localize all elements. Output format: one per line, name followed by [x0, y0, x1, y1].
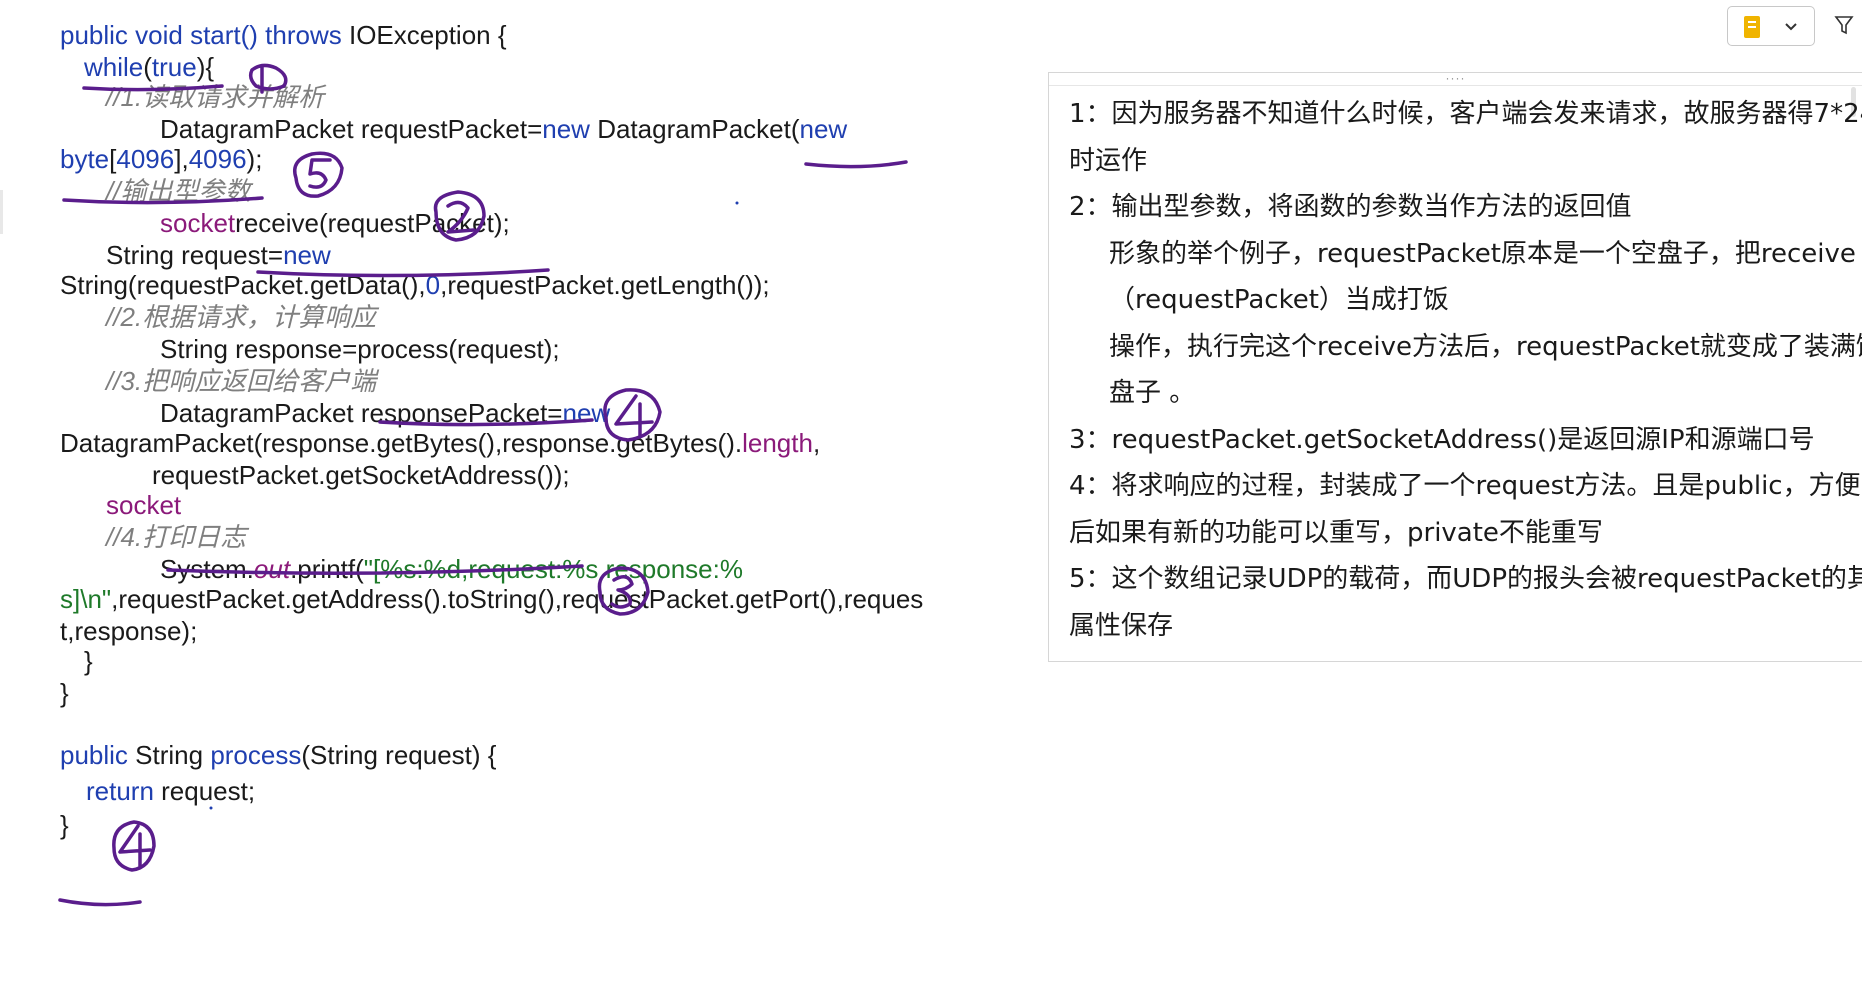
code-line-9: String(requestPacket.getData(),0,request… — [60, 270, 770, 300]
bookmark-dropdown-button[interactable] — [1727, 6, 1815, 46]
filter-icon[interactable] — [1834, 14, 1854, 36]
code-comment-3: //2.根据请求，计算响应 — [106, 302, 377, 332]
note-paragraph-4: 操作，执行完这个receive方法后，requestPacket就变成了装满饭的… — [1109, 331, 1862, 409]
code-line-15: requestPacket.getSocketAddress()); — [152, 460, 570, 490]
code-comment-1: //1.读取请求并解析 — [106, 82, 325, 112]
bookmark-icon — [1744, 16, 1760, 38]
code-line-1: public void start() throws IOException { — [60, 20, 507, 50]
note-paragraph-7: 5：这个数组记录UDP的载荷，而UDP的报头会被requestPacket的其他… — [1069, 564, 1862, 641]
code-line-13: DatagramPacket responsePacket=new — [160, 398, 611, 428]
code-line-21: } — [84, 646, 93, 676]
note-panel: ···· 1：因为服务器不知道什么时候，客户端会发来请求，故服务器得7*24小时… — [1048, 71, 1862, 662]
note-paragraph-3: 形象的举个例子，requestPacket原本是一个空盘子，把receive（r… — [1109, 238, 1856, 316]
code-line-16: socket — [106, 490, 182, 520]
code-comment-4: //3.把响应返回给客户端 — [106, 366, 377, 396]
code-line-11: String response=process(request); — [160, 334, 560, 364]
code-comment-2: //输出型参数 — [106, 176, 251, 206]
note-drag-handle[interactable]: ···· — [1049, 71, 1862, 86]
code-line-23: public String process(String request) { — [60, 740, 497, 770]
mark-5-shape — [293, 151, 344, 198]
code-line-20: t,response); — [60, 616, 198, 646]
chevron-down-icon — [1785, 23, 1797, 31]
code-line-8: String request=new — [106, 240, 331, 270]
code-line-25: } — [60, 810, 69, 840]
note-paragraph-5: 3：requestPacket.getSocketAddress()是返回源IP… — [1069, 424, 1815, 455]
note-paragraph-1: 1：因为服务器不知道什么时候，客户端会发来请求，故服务器得7*24小时运作 — [1069, 99, 1862, 176]
left-edge-marker — [0, 190, 3, 234]
underline-public — [58, 898, 142, 907]
note-paragraph-6: 4：将求响应的过程，封装成了一个request方法。且是public，方便以后如… — [1069, 471, 1862, 548]
code-line-4: DatagramPacket requestPacket=new Datagra… — [160, 114, 848, 144]
code-line-24: return request; — [86, 776, 256, 806]
code-line-19: s]\n",requestPacket.getAddress().toStrin… — [60, 584, 924, 614]
note-paragraph-2: 2：输出型参数，将函数的参数当作方法的返回值 — [1069, 192, 1632, 222]
mark-4-bottom-shape — [112, 820, 156, 872]
code-line-2: while(true){ — [84, 52, 215, 82]
code-line-7: socketreceive(requestPacket); — [160, 208, 510, 238]
code-line-14: DatagramPacket(response.getBytes(),respo… — [60, 428, 821, 458]
note-text: 1：因为服务器不知道什么时候，客户端会发来请求，故服务器得7*24小时运作 2：… — [1069, 91, 1862, 649]
code-comment-5: //4.打印日志 — [106, 522, 247, 552]
code-line-22: } — [60, 678, 69, 708]
code-line-18: System.out.printf("[%s:%d,request:%s res… — [160, 554, 743, 584]
code-line-5: byte[4096],4096); — [60, 144, 263, 174]
underline-new — [804, 160, 908, 169]
